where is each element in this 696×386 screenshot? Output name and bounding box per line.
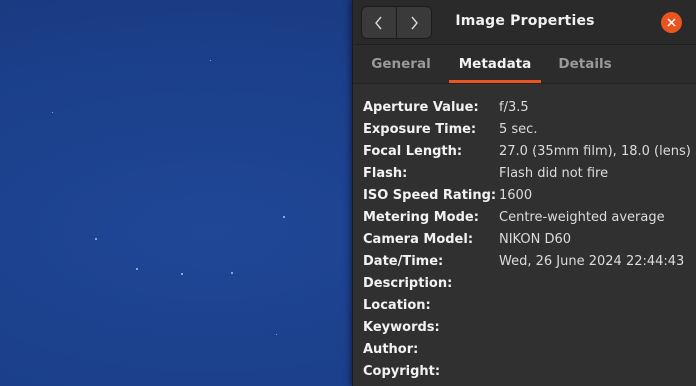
tab-details[interactable]: Details — [541, 45, 629, 83]
close-icon — [667, 18, 676, 27]
image-properties-dialog: Image Properties General Metadata Detail… — [352, 0, 696, 386]
star — [181, 273, 183, 275]
property-label: Exposure Time: — [363, 122, 477, 137]
star — [231, 272, 233, 274]
star — [276, 334, 277, 335]
tab-general[interactable]: General — [353, 45, 449, 83]
property-label: Camera Model: — [363, 232, 474, 247]
tab-metadata[interactable]: Metadata — [449, 45, 541, 83]
property-label: Focal Length: — [363, 144, 463, 159]
property-label: Description: — [363, 276, 453, 291]
property-label: Flash: — [363, 166, 408, 181]
property-value: 5 sec. — [499, 122, 538, 137]
tab-bar: General Metadata Details — [353, 45, 696, 84]
property-label: Aperture Value: — [363, 100, 479, 115]
active-tab-indicator — [449, 80, 541, 83]
dialog-title: Image Properties — [455, 13, 595, 29]
property-value: 27.0 (35mm film), 18.0 (lens) — [499, 144, 691, 159]
property-value: 1600 — [499, 188, 533, 203]
property-value: Centre-weighted average — [499, 210, 665, 225]
property-label: Metering Mode: — [363, 210, 479, 225]
star — [52, 112, 53, 113]
property-label: Location: — [363, 298, 431, 313]
property-label: Keywords: — [363, 320, 440, 335]
star — [136, 268, 138, 270]
star — [210, 60, 211, 61]
property-value: Wed, 26 June 2024 22:44:43 — [499, 254, 685, 269]
property-value: f/3.5 — [499, 100, 529, 115]
dialog-header: Image Properties — [353, 0, 696, 45]
property-label: Date/Time: — [363, 254, 444, 269]
close-button[interactable] — [661, 12, 682, 33]
property-value: NIKON D60 — [499, 232, 572, 247]
property-value: Flash did not fire — [499, 166, 609, 181]
star — [283, 216, 285, 218]
star — [95, 238, 97, 240]
property-label: Copyright: — [363, 364, 441, 379]
property-label: Author: — [363, 342, 419, 357]
property-label: ISO Speed Rating: — [363, 188, 497, 203]
